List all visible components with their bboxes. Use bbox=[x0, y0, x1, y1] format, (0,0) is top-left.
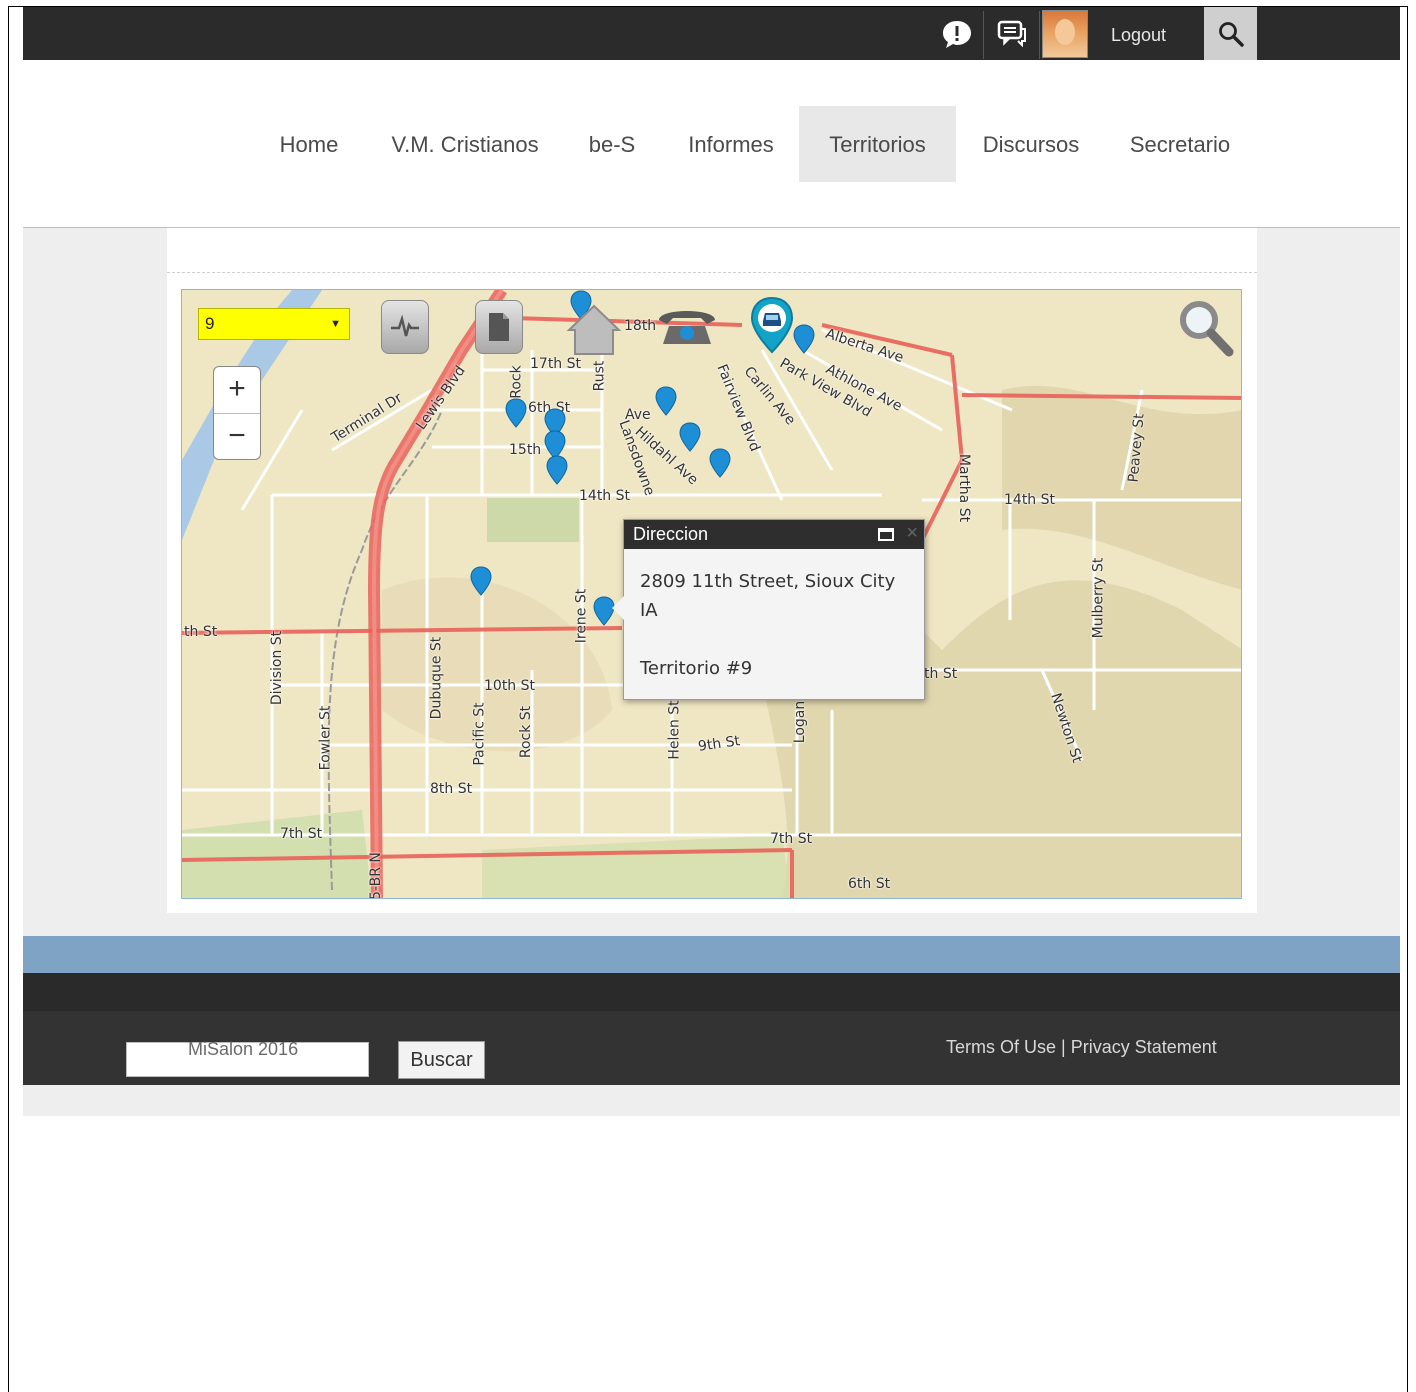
map-pin-icon[interactable] bbox=[505, 398, 527, 428]
search-icon[interactable] bbox=[1204, 7, 1257, 60]
maximize-icon[interactable] bbox=[878, 528, 894, 541]
street-label: 18th bbox=[624, 318, 657, 334]
street-label: Division St bbox=[269, 630, 286, 706]
address-line: 2809 11th Street, Sioux City bbox=[640, 571, 896, 592]
street-label: 14th St bbox=[1004, 492, 1056, 508]
chat-bubbles-icon[interactable] bbox=[989, 7, 1035, 60]
nav-item-home[interactable]: Home bbox=[264, 106, 354, 182]
pulse-icon bbox=[391, 315, 419, 337]
map-pin-icon[interactable] bbox=[709, 448, 731, 478]
panel-divider bbox=[167, 272, 1257, 273]
buscar-button[interactable]: Buscar bbox=[398, 1041, 485, 1079]
nav-item-territorios[interactable]: Territorios bbox=[799, 106, 956, 182]
map-pin-icon[interactable] bbox=[793, 324, 815, 354]
street-label: Rock bbox=[508, 365, 525, 399]
alert-bubble-icon[interactable] bbox=[936, 7, 978, 60]
zoom-control: + − bbox=[213, 366, 261, 460]
street-label: 7th St bbox=[770, 831, 813, 847]
document-icon bbox=[489, 313, 509, 341]
copyright-text: MiSalon 2016 bbox=[188, 1039, 299, 1059]
logout-link[interactable]: Logout bbox=[1111, 7, 1166, 60]
territory-select[interactable]: 9 ▼ bbox=[198, 308, 350, 340]
footer-bottom-strip bbox=[23, 1085, 1400, 1116]
popup-body: 2809 11th Street, Sioux City IA Territor… bbox=[624, 549, 924, 683]
map-pin-icon[interactable] bbox=[546, 455, 568, 485]
street-label: 6th St bbox=[848, 876, 891, 892]
close-icon[interactable]: × bbox=[906, 519, 918, 548]
map-search-icon[interactable] bbox=[1175, 296, 1235, 358]
zoom-out-button[interactable]: − bbox=[214, 413, 260, 459]
territory-map[interactable]: 18th 17th St Rock Rust 6th St 15th 14th … bbox=[181, 289, 1242, 899]
home-icon[interactable] bbox=[565, 302, 623, 358]
street-label: 14th St bbox=[579, 488, 631, 504]
street-label: 17th St bbox=[530, 356, 582, 372]
footer-band bbox=[23, 936, 1400, 973]
nav-item-be-s[interactable]: be-S bbox=[576, 106, 648, 182]
top-bar: Logout bbox=[23, 7, 1400, 60]
street-label: 10th St bbox=[484, 678, 536, 694]
street-label: Rust bbox=[591, 360, 608, 392]
activity-button[interactable] bbox=[381, 300, 429, 354]
map-pin-icon[interactable] bbox=[470, 566, 492, 596]
street-label: Logan bbox=[792, 700, 809, 744]
street-label: Fowler St bbox=[317, 705, 334, 771]
privacy-link[interactable]: Privacy Statement bbox=[1071, 1037, 1217, 1057]
street-label: 5-BR N bbox=[367, 852, 384, 899]
address-line: IA bbox=[640, 600, 658, 621]
divider bbox=[1039, 11, 1040, 59]
street-label: Martha St bbox=[956, 453, 973, 523]
phone-icon[interactable] bbox=[655, 302, 719, 348]
footer-band-dark bbox=[23, 973, 1400, 1011]
street-label: Rock St bbox=[518, 705, 535, 759]
street-label: Pacific St bbox=[471, 702, 488, 766]
browser-frame: Logout Home V.M. Cristianos be-S Informe… bbox=[8, 6, 1408, 1392]
divider bbox=[983, 11, 984, 59]
street-label: Dubuque St bbox=[428, 636, 445, 720]
car-location-icon[interactable] bbox=[749, 296, 795, 354]
map-pin-icon[interactable] bbox=[655, 386, 677, 416]
popup-header: Direccion × bbox=[624, 520, 924, 549]
dropdown-arrow-icon: ▼ bbox=[330, 318, 341, 330]
link-separator: | bbox=[1061, 1037, 1066, 1057]
territory-select-value: 9 bbox=[205, 314, 215, 333]
zoom-in-button[interactable]: + bbox=[214, 367, 260, 413]
main-nav: Home V.M. Cristianos be-S Informes Terri… bbox=[23, 106, 1400, 182]
map-pin-icon[interactable] bbox=[679, 422, 701, 452]
street-label: 7th St bbox=[280, 826, 323, 842]
popup-pointer bbox=[612, 596, 624, 620]
street-label: Helen St bbox=[666, 700, 683, 760]
street-label: th St bbox=[184, 624, 218, 640]
terms-link[interactable]: Terms Of Use bbox=[946, 1037, 1056, 1057]
address-popup: Direccion × 2809 11th Street, Sioux City… bbox=[612, 519, 925, 700]
footer-links: Terms Of Use | Privacy Statement bbox=[946, 1037, 1217, 1058]
street-label: th St bbox=[924, 666, 958, 682]
nav-item-informes[interactable]: Informes bbox=[670, 106, 792, 182]
territory-label: Territorio #9 bbox=[640, 658, 753, 679]
street-label: 8th St bbox=[430, 781, 473, 797]
street-label: Irene St bbox=[573, 588, 590, 644]
street-label: Mulberry St bbox=[1090, 557, 1107, 639]
avatar[interactable] bbox=[1042, 10, 1088, 58]
nav-item-vm-cristianos[interactable]: V.M. Cristianos bbox=[376, 106, 554, 182]
street-label: 15th bbox=[509, 442, 542, 458]
popup-title: Direccion bbox=[633, 524, 709, 544]
nav-item-secretario[interactable]: Secretario bbox=[1115, 106, 1245, 182]
nav-item-discursos[interactable]: Discursos bbox=[968, 106, 1094, 182]
document-button[interactable] bbox=[475, 300, 523, 354]
